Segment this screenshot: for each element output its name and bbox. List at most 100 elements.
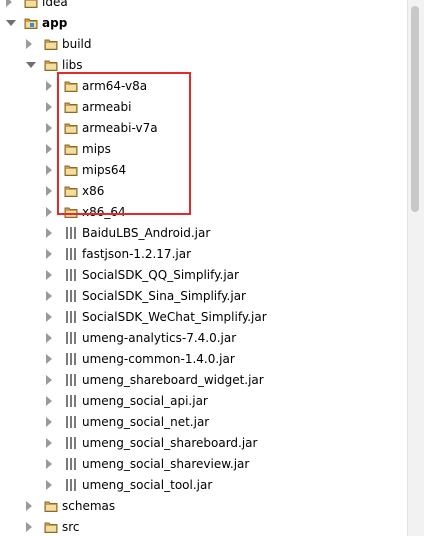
- tree-node-label: idea: [42, 0, 68, 9]
- collapsed-arrow-icon[interactable]: [46, 144, 52, 154]
- tree-node-app[interactable]: app: [0, 13, 408, 34]
- tree-node-socialsdk-wechat-simplify-jar[interactable]: SocialSDK_WeChat_Simplify.jar: [0, 307, 408, 328]
- collapsed-arrow-icon[interactable]: [6, 0, 12, 7]
- collapsed-arrow-icon[interactable]: [26, 522, 32, 532]
- tree-node-label: mips: [82, 142, 111, 156]
- jar-library-icon: [64, 373, 78, 387]
- collapsed-arrow-icon[interactable]: [46, 417, 52, 427]
- tree-node-label: BaiduLBS_Android.jar: [82, 226, 211, 240]
- tree-node-umeng-analytics-7-4-0-jar[interactable]: umeng-analytics-7.4.0.jar: [0, 328, 408, 349]
- tree-node-baidulbs-android-jar[interactable]: BaiduLBS_Android.jar: [0, 223, 408, 244]
- tree-node-label: umeng-common-1.4.0.jar: [82, 352, 235, 366]
- tree-node-libs[interactable]: libs: [0, 55, 408, 76]
- vertical-scrollbar[interactable]: [407, 0, 424, 536]
- folder-icon: [64, 121, 78, 135]
- tree-node-armeabi-v7a[interactable]: armeabi-v7a: [0, 118, 408, 139]
- tree-node-mips[interactable]: mips: [0, 139, 408, 160]
- collapsed-arrow-icon[interactable]: [26, 39, 32, 49]
- tree-node-label: build: [62, 37, 92, 51]
- project-tree: idea app build libs arm64-v8a armeabi armeabi-…: [0, 0, 408, 536]
- tree-node-umeng-social-net-jar[interactable]: umeng_social_net.jar: [0, 412, 408, 433]
- folder-icon: [64, 142, 78, 156]
- tree-node-mips64[interactable]: mips64: [0, 160, 408, 181]
- collapsed-arrow-icon[interactable]: [46, 396, 52, 406]
- tree-node-src[interactable]: src: [0, 517, 408, 536]
- tree-node-label: SocialSDK_WeChat_Simplify.jar: [82, 310, 267, 324]
- collapsed-arrow-icon[interactable]: [46, 375, 52, 385]
- collapsed-arrow-icon[interactable]: [46, 165, 52, 175]
- folder-icon: [44, 37, 58, 51]
- collapsed-arrow-icon[interactable]: [26, 501, 32, 511]
- collapsed-arrow-icon[interactable]: [46, 186, 52, 196]
- collapsed-arrow-icon[interactable]: [46, 228, 52, 238]
- tree-node-label: x86_64: [82, 205, 126, 219]
- tree-node-label: umeng_social_tool.jar: [82, 478, 213, 492]
- tree-node-label: x86: [82, 184, 105, 198]
- collapsed-arrow-icon[interactable]: [46, 459, 52, 469]
- jar-library-icon: [64, 478, 78, 492]
- collapsed-arrow-icon[interactable]: [46, 102, 52, 112]
- collapsed-arrow-icon[interactable]: [46, 249, 52, 259]
- collapsed-arrow-icon[interactable]: [46, 333, 52, 343]
- collapsed-arrow-icon[interactable]: [46, 270, 52, 280]
- tree-node-umeng-social-tool-jar[interactable]: umeng_social_tool.jar: [0, 475, 408, 496]
- collapsed-arrow-icon[interactable]: [46, 312, 52, 322]
- folder-icon: [64, 100, 78, 114]
- jar-library-icon: [64, 394, 78, 408]
- tree-node-umeng-shareboard-widget-jar[interactable]: umeng_shareboard_widget.jar: [0, 370, 408, 391]
- tree-node-fastjson-1-2-17-jar[interactable]: fastjson-1.2.17.jar: [0, 244, 408, 265]
- jar-library-icon: [64, 457, 78, 471]
- jar-library-icon: [64, 331, 78, 345]
- jar-library-icon: [64, 247, 78, 261]
- tree-node-socialsdk-sina-simplify-jar[interactable]: SocialSDK_Sina_Simplify.jar: [0, 286, 408, 307]
- collapsed-arrow-icon[interactable]: [46, 480, 52, 490]
- folder-icon: [24, 0, 38, 9]
- tree-node-label: armeabi-v7a: [82, 121, 158, 135]
- tree-node-label: mips64: [82, 163, 127, 177]
- tree-node-label: fastjson-1.2.17.jar: [82, 247, 192, 261]
- jar-library-icon: [64, 436, 78, 450]
- folder-icon: [64, 163, 78, 177]
- expanded-arrow-icon[interactable]: [6, 20, 16, 26]
- tree-node-armeabi[interactable]: armeabi: [0, 97, 408, 118]
- folder-icon: [64, 184, 78, 198]
- tree-node-build[interactable]: build: [0, 34, 408, 55]
- tree-node-x86-64[interactable]: x86_64: [0, 202, 408, 223]
- tree-node-label: umeng_social_shareboard.jar: [82, 436, 258, 450]
- collapsed-arrow-icon[interactable]: [46, 81, 52, 91]
- tree-node-socialsdk-qq-simplify-jar[interactable]: SocialSDK_QQ_Simplify.jar: [0, 265, 408, 286]
- tree-node-label: armeabi: [82, 100, 132, 114]
- collapsed-arrow-icon[interactable]: [46, 354, 52, 364]
- tree-node-x86[interactable]: x86: [0, 181, 408, 202]
- folder-icon: [44, 58, 58, 72]
- tree-node-label: app: [42, 16, 68, 30]
- folder-icon: [64, 205, 78, 219]
- collapsed-arrow-icon[interactable]: [46, 438, 52, 448]
- collapsed-arrow-icon[interactable]: [46, 123, 52, 133]
- tree-node-umeng-social-shareboard-jar[interactable]: umeng_social_shareboard.jar: [0, 433, 408, 454]
- tree-node-label: libs: [62, 58, 83, 72]
- collapsed-arrow-icon[interactable]: [46, 291, 52, 301]
- tree-node-label: umeng-analytics-7.4.0.jar: [82, 331, 237, 345]
- expanded-arrow-icon[interactable]: [26, 62, 36, 68]
- tree-node-label: src: [62, 520, 80, 534]
- collapsed-arrow-icon[interactable]: [46, 207, 52, 217]
- jar-library-icon: [64, 310, 78, 324]
- folder-icon: [44, 499, 58, 513]
- tree-node-label: umeng_social_net.jar: [82, 415, 210, 429]
- tree-node-idea[interactable]: idea: [0, 0, 408, 13]
- jar-library-icon: [64, 289, 78, 303]
- jar-library-icon: [64, 268, 78, 282]
- scrollbar-thumb[interactable]: [411, 6, 419, 212]
- module-folder-icon: [24, 16, 38, 30]
- tree-node-label: SocialSDK_QQ_Simplify.jar: [82, 268, 239, 282]
- tree-node-label: schemas: [62, 499, 116, 513]
- folder-icon: [44, 520, 58, 534]
- jar-library-icon: [64, 415, 78, 429]
- tree-node-umeng-common-1-4-0-jar[interactable]: umeng-common-1.4.0.jar: [0, 349, 408, 370]
- tree-node-arm64-v8a[interactable]: arm64-v8a: [0, 76, 408, 97]
- tree-node-label: umeng_social_api.jar: [82, 394, 208, 408]
- tree-node-umeng-social-shareview-jar[interactable]: umeng_social_shareview.jar: [0, 454, 408, 475]
- tree-node-schemas[interactable]: schemas: [0, 496, 408, 517]
- tree-node-umeng-social-api-jar[interactable]: umeng_social_api.jar: [0, 391, 408, 412]
